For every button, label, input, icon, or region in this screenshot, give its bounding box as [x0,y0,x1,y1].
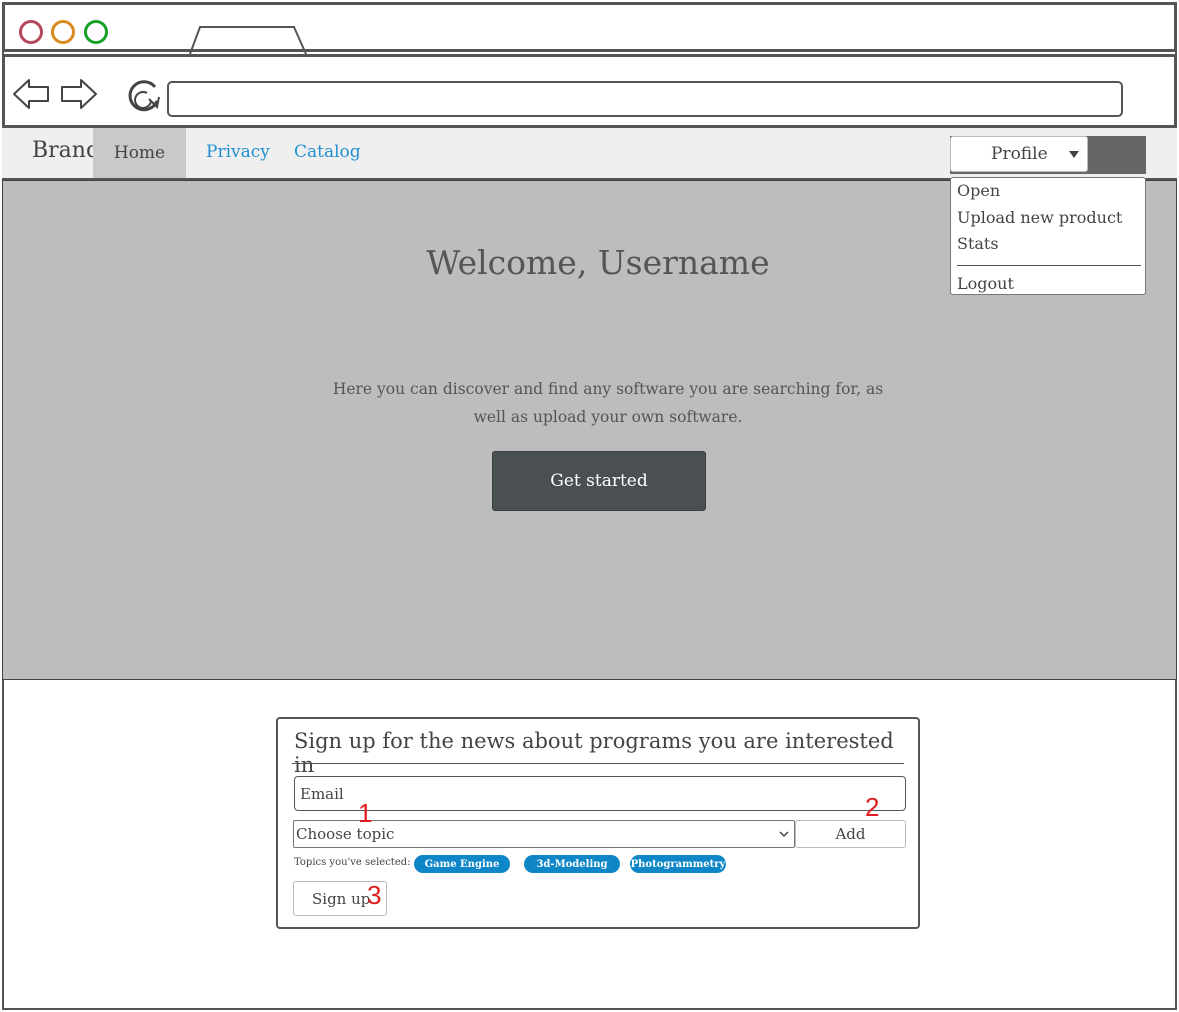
annotation-2: 2 [865,792,880,822]
form-divider [292,763,904,764]
add-topic-button[interactable]: Add [795,820,906,848]
browser-toolbar [2,54,1177,128]
chevron-down-icon [779,831,789,838]
get-started-button[interactable]: Get started [492,451,706,511]
menu-item-upload[interactable]: Upload new product [957,208,1122,227]
topic-chip[interactable]: Game Engine [414,855,510,873]
nav-home-link[interactable]: Home [93,128,186,178]
menu-item-open[interactable]: Open [957,181,1000,200]
close-window-icon[interactable] [19,20,43,44]
email-field[interactable]: Email [294,776,906,811]
topic-select-value: Choose topic [296,825,395,843]
nav-privacy-link[interactable]: Privacy [206,142,270,162]
browser-title-bar [2,2,1177,54]
menu-item-stats[interactable]: Stats [957,234,999,253]
brand-logo[interactable]: Brand [32,138,100,163]
caret-down-icon [1069,151,1079,158]
profile-menu: Open Upload new product Stats Logout [950,177,1146,295]
site-navbar: Brand Home Privacy Catalog Profile [2,128,1177,180]
profile-label: Profile [991,144,1048,164]
browser-tab[interactable] [188,26,308,54]
nav-catalog-link[interactable]: Catalog [294,142,361,162]
hero-description: Here you can discover and find any softw… [332,380,884,426]
annotation-1: 1 [358,798,373,828]
url-input[interactable] [167,81,1123,117]
minimize-window-icon[interactable] [51,20,75,44]
back-arrow-icon[interactable] [11,77,51,111]
forward-arrow-icon[interactable] [59,77,99,111]
topic-chip[interactable]: Photogrammetry [630,855,726,873]
maximize-window-icon[interactable] [84,20,108,44]
menu-item-logout[interactable]: Logout [957,274,1014,293]
menu-divider [957,265,1141,266]
profile-button[interactable]: Profile [950,136,1088,172]
reload-icon[interactable] [125,77,163,115]
profile-dropdown: Profile [950,136,1146,174]
selected-topics-label: Topics you've selected: [294,857,411,868]
form-title: Sign up for the news about programs you … [294,729,894,777]
annotation-3: 3 [367,880,382,910]
topic-chip[interactable]: 3d-Modeling [524,855,620,873]
